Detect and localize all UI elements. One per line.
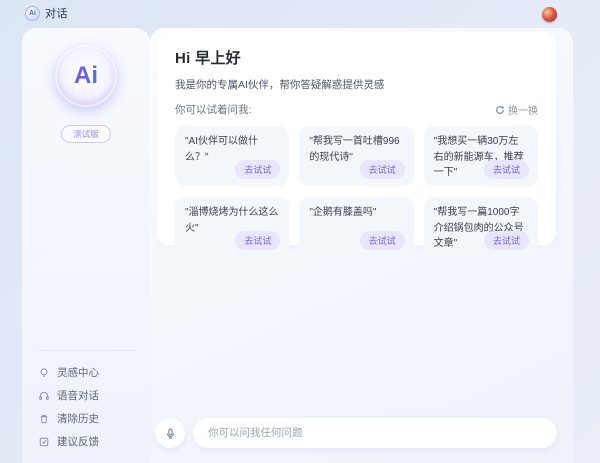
bulb-icon: [38, 367, 50, 379]
beta-badge: 测试版: [22, 124, 150, 143]
beta-badge-label: 测试版: [61, 125, 111, 143]
suggestion-text: "淄博烧烤为什么这么火": [185, 207, 279, 234]
app-title: 对话: [45, 5, 68, 21]
try-it-button[interactable]: 去试试: [360, 160, 405, 179]
refresh-label: 换一换: [508, 102, 538, 117]
sidebar-item-inspiration[interactable]: 灵感中心: [38, 361, 134, 384]
suggestion-card[interactable]: "企鹅有膝盖吗" 去试试: [299, 197, 413, 257]
suggestion-card[interactable]: "帮我写一篇1000字介绍锅包肉的公众号文章" 去试试: [424, 197, 538, 257]
voice-input-button[interactable]: [155, 418, 185, 448]
suggestion-text: "帮我写一首吐槽996的现代诗": [309, 136, 399, 163]
try-it-button[interactable]: 去试试: [484, 160, 529, 179]
feedback-icon: [38, 436, 50, 448]
suggestion-card[interactable]: "帮我写一首吐槽996的现代诗" 去试试: [299, 126, 413, 186]
ai-assistant-avatar: Ai: [22, 45, 150, 107]
try-it-button[interactable]: 去试试: [235, 160, 280, 179]
greeting-title: Hi 早上好: [175, 47, 538, 68]
sidebar: Ai 测试版 灵感中心 语音对话 清除历史: [22, 28, 150, 463]
ai-logo-text: Ai: [74, 62, 98, 90]
welcome-card: Hi 早上好 我是你的专属AI伙伴，帮你答疑解惑提供灵感 你可以试着问我: 换一…: [157, 32, 556, 245]
sidebar-item-label: 语音对话: [57, 388, 99, 403]
suggestion-card[interactable]: "我想买一辆30万左右的新能源车，推荐一下" 去试试: [424, 126, 538, 186]
sidebar-item-label: 建议反馈: [57, 434, 99, 449]
headset-icon: [38, 390, 50, 402]
ai-logo-icon: Ai: [55, 45, 117, 107]
suggestion-card[interactable]: "AI伙伴可以做什么？" 去试试: [175, 126, 289, 186]
try-it-button[interactable]: 去试试: [235, 231, 280, 250]
suggestion-text: "企鹅有膝盖吗": [309, 207, 376, 218]
sidebar-item-clear-history[interactable]: 清除历史: [38, 407, 134, 430]
user-avatar[interactable]: [542, 7, 557, 22]
app-logo-icon: Ai: [25, 6, 40, 21]
refresh-icon: [495, 105, 505, 115]
chat-main-panel: Hi 早上好 我是你的专属AI伙伴，帮你答疑解惑提供灵感 你可以试着问我: 换一…: [150, 28, 573, 463]
suggestion-card[interactable]: "淄博烧烤为什么这么火" 去试试: [175, 197, 289, 257]
refresh-suggestions-button[interactable]: 换一换: [495, 102, 538, 117]
chat-message-input[interactable]: [193, 418, 557, 448]
sidebar-item-label: 灵感中心: [57, 365, 99, 380]
sidebar-menu: 灵感中心 语音对话 清除历史 建议反馈: [38, 350, 134, 453]
sidebar-item-feedback[interactable]: 建议反馈: [38, 430, 134, 453]
sidebar-item-label: 清除历史: [57, 411, 99, 426]
suggestions-header: 你可以试着问我: 换一换: [175, 102, 538, 117]
top-bar: Ai 对话: [0, 0, 600, 28]
prompt-hint: 你可以试着问我:: [175, 102, 251, 117]
sidebar-item-voice-chat[interactable]: 语音对话: [38, 384, 134, 407]
app-brand: Ai 对话: [25, 5, 68, 21]
sidebar-divider: [38, 350, 134, 351]
try-it-button[interactable]: 去试试: [360, 231, 405, 250]
microphone-icon: [164, 427, 177, 440]
trash-icon: [38, 413, 50, 425]
suggestion-grid: "AI伙伴可以做什么？" 去试试 "帮我写一首吐槽996的现代诗" 去试试 "我…: [175, 126, 538, 257]
try-it-button[interactable]: 去试试: [484, 231, 529, 250]
suggestion-text: "AI伙伴可以做什么？": [185, 136, 258, 163]
greeting-subtitle: 我是你的专属AI伙伴，帮你答疑解惑提供灵感: [175, 77, 538, 92]
